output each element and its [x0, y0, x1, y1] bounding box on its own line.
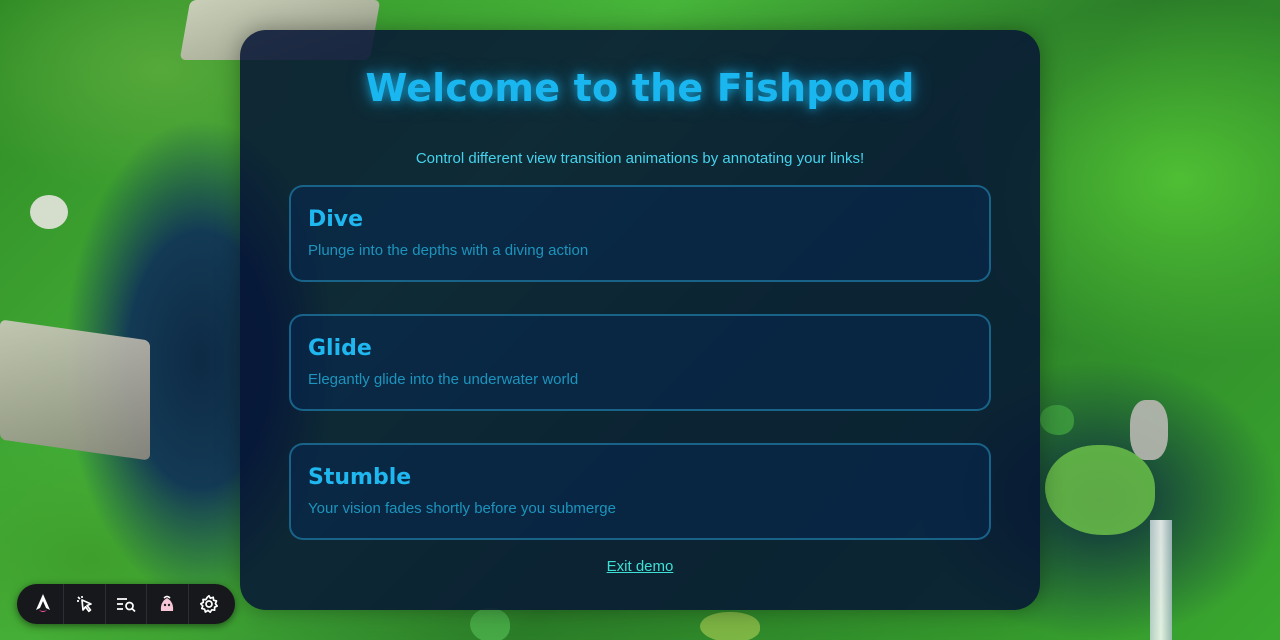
welcome-panel: Welcome to the Fishpond Control differen… — [240, 30, 1040, 610]
stone — [1130, 400, 1168, 460]
card-description: Plunge into the depths with a diving act… — [308, 242, 589, 259]
background-scene: Welcome to the Fishpond Control differen… — [0, 0, 1280, 640]
page-subtitle: Control different view transition animat… — [415, 150, 865, 167]
waterfall — [1150, 520, 1172, 640]
audit-search-icon[interactable] — [106, 588, 146, 620]
stumble-link-card[interactable]: Stumble Your vision fades shortly before… — [289, 443, 991, 540]
glide-link-card[interactable]: Glide Elegantly glide into the underwate… — [289, 314, 991, 411]
lily-leaf — [470, 608, 510, 640]
card-description: Your vision fades shortly before you sub… — [308, 500, 616, 517]
card-title: Glide — [308, 336, 372, 361]
stone-path — [0, 319, 150, 461]
lily-leaf — [1040, 405, 1074, 435]
lily-leaf — [700, 612, 760, 640]
card-title: Stumble — [308, 465, 412, 490]
dive-link-card[interactable]: Dive Plunge into the depths with a divin… — [289, 185, 991, 282]
inspect-cursor-icon[interactable] — [64, 588, 104, 620]
dev-toolbar — [17, 584, 235, 624]
accessibility-icon[interactable] — [147, 588, 187, 620]
page-title: Welcome to the Fishpond — [365, 66, 915, 110]
lily-leaf — [1045, 445, 1155, 535]
card-title: Dive — [308, 207, 364, 232]
astro-logo-icon[interactable] — [23, 588, 63, 620]
exit-demo-link[interactable]: Exit demo — [240, 558, 1040, 575]
card-description: Elegantly glide into the underwater worl… — [308, 371, 579, 388]
stone — [30, 195, 68, 229]
settings-gear-icon[interactable] — [189, 588, 229, 620]
